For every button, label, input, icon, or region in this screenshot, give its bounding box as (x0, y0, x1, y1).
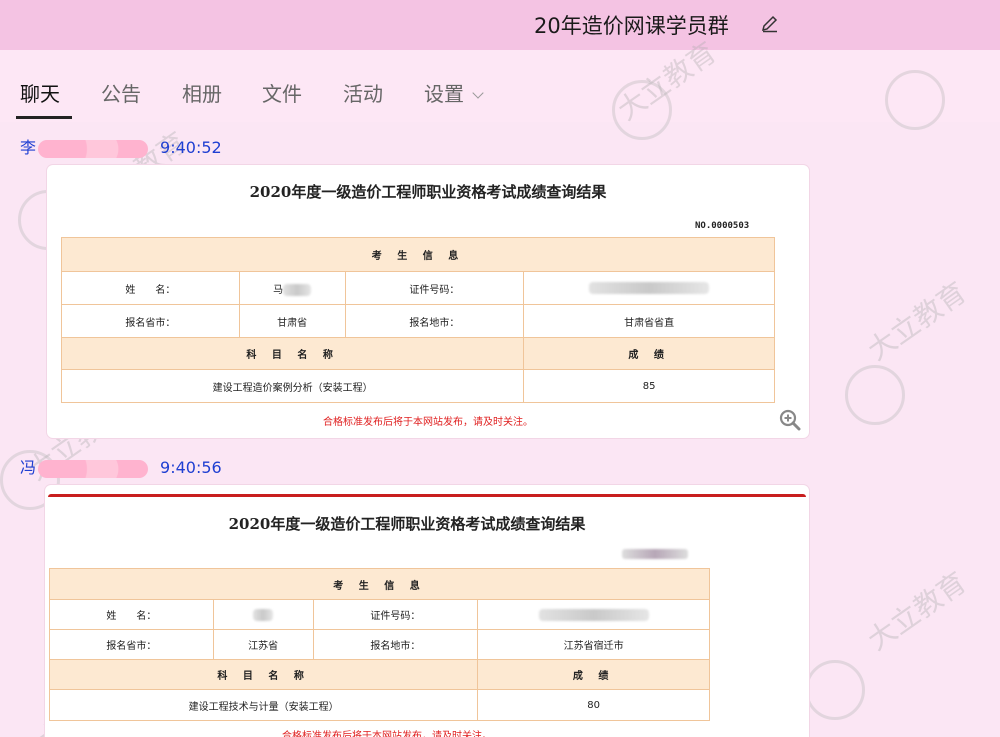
subject-header: 科 目 名 称 (48, 659, 479, 690)
subject-name: 建设工程技术与计量（安装工程） (48, 689, 479, 721)
watermark-logo (805, 660, 865, 720)
watermark: 大立教育 (861, 565, 973, 657)
card-title: 2020年度一级造价工程师职业资格考试成绩查询结果 (249, 183, 607, 201)
redacted-id (538, 608, 649, 621)
section-header: 考 生 信 息 (61, 237, 775, 272)
message-image[interactable]: 2020年度一级造价工程师职业资格考试成绩查询结果 NO.0000503 考 生… (47, 165, 809, 438)
tab-settings[interactable]: 设置 (424, 78, 484, 107)
result-table: 考 生 信 息 姓 名： 马 证件号码： 报名省市： 甘肃省 报名地市： 甘肃省… (60, 237, 775, 403)
province-value: 江苏省 (212, 629, 314, 660)
section-header: 考 生 信 息 (49, 568, 710, 600)
province-label: 报名省市： (49, 629, 214, 660)
name-value-cell: 马 (238, 271, 346, 305)
tab-announcement[interactable]: 公告 (101, 78, 141, 107)
sender-name[interactable]: 冯 (20, 458, 36, 477)
active-tab-indicator (16, 116, 72, 119)
score-header: 成 绩 (477, 659, 710, 690)
subject-name: 建设工程造价案例分析（安装工程） (60, 369, 525, 403)
redacted-name (283, 283, 312, 296)
subject-header: 科 目 名 称 (60, 337, 525, 370)
message-time: 9:40:56 (160, 458, 222, 477)
name-label: 姓 名： (49, 599, 214, 630)
id-label: 证件号码： (312, 599, 479, 630)
tab-chat[interactable]: 聊天 (20, 78, 60, 107)
name-value-cell (212, 599, 314, 630)
id-value-cell (477, 599, 710, 630)
city-label: 报名地市： (312, 629, 479, 660)
notice-text: 合格标准发布后将于本网站发布，请及时关注。 (282, 731, 492, 737)
sender-name-redacted (38, 139, 149, 158)
sender-name[interactable]: 李 (20, 138, 36, 157)
result-table: 考 生 信 息 姓 名： 证件号码： 报名省市： 江苏省 报名地市： 江苏省宿迁… (48, 568, 710, 721)
card-title: 2020年度一级造价工程师职业资格考试成绩查询结果 (228, 515, 586, 533)
group-title: 20年造价网课学员群 (534, 14, 729, 38)
redacted-serial (622, 549, 688, 559)
score-header: 成 绩 (523, 337, 775, 370)
id-value-cell (523, 271, 775, 305)
tab-settings-label: 设置 (424, 82, 464, 106)
notice-text: 合格标准发布后将于本网站发布，请及时关注。 (323, 417, 533, 428)
city-value: 甘肃省省直 (523, 304, 775, 338)
score-value: 85 (523, 369, 775, 403)
name-label: 姓 名： (61, 271, 240, 305)
watermark-logo (845, 365, 905, 425)
city-label: 报名地市： (344, 304, 525, 338)
zoom-in-icon[interactable] (779, 409, 801, 431)
city-value: 江苏省宿迁市 (477, 629, 710, 660)
message-time: 9:40:52 (160, 138, 222, 157)
tab-album[interactable]: 相册 (182, 78, 222, 107)
name-value: 马 (273, 284, 284, 296)
watermark: 大立教育 (861, 275, 973, 367)
chevron-down-icon (472, 87, 484, 99)
message-image[interactable]: 2020年度一级造价工程师职业资格考试成绩查询结果 考 生 信 息 姓 名： 证… (45, 485, 809, 737)
header-rule (48, 494, 806, 497)
serial-number: NO.0000503 (695, 221, 750, 231)
title-bar: 20年造价网课学员群 (0, 0, 1000, 50)
edit-icon[interactable] (760, 14, 780, 34)
province-label: 报名省市： (61, 304, 240, 338)
sender-name-redacted (38, 459, 149, 478)
tab-files[interactable]: 文件 (262, 78, 302, 107)
score-value: 80 (477, 689, 710, 721)
tab-bar: 聊天 公告 相册 文件 活动 设置 (0, 50, 1000, 122)
message-header: 李 9:40:52 (20, 134, 222, 158)
redacted-name (253, 608, 274, 621)
message-header: 冯 9:40:56 (20, 454, 222, 478)
province-value: 甘肃省 (238, 304, 346, 338)
tab-activity[interactable]: 活动 (343, 78, 383, 107)
redacted-id (589, 282, 710, 294)
id-label: 证件号码： (344, 271, 525, 305)
